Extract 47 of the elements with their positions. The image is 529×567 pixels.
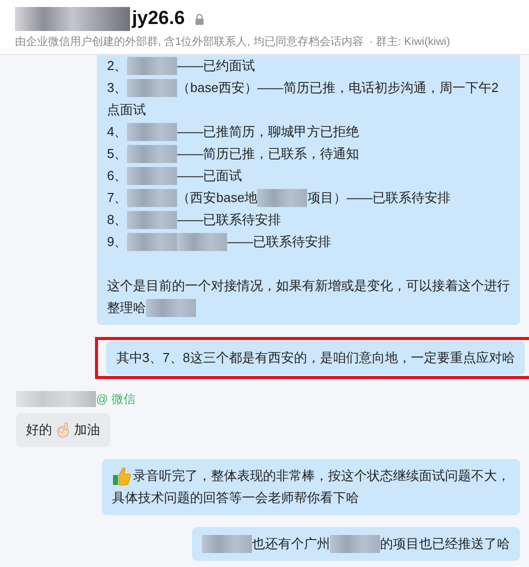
message-text: ——已约面试 <box>177 57 256 75</box>
message-text: 8、 <box>107 211 128 229</box>
group-owner: · 群主: Kiwi(kiwi) <box>369 34 450 50</box>
message-text: 的项目也已经推送了哈 <box>380 535 510 553</box>
message-text: 9、 <box>107 233 128 251</box>
redaction-block <box>127 167 178 185</box>
redaction-block <box>127 211 178 229</box>
message-text: 录音听完了，整体表现的非常棒，按这个状态继续面试问题不大， <box>133 467 510 485</box>
message-text: 好的 <box>26 421 52 439</box>
lock-icon <box>194 14 204 24</box>
message-text: ——已面试 <box>177 167 242 185</box>
ok-hand-icon <box>54 421 72 439</box>
message-text: ——已推简历，聊城甲方已拒绝 <box>177 123 360 141</box>
message-text: 加油 <box>74 421 100 439</box>
message-text: ——简历已推，已联系，待通知 <box>177 145 360 163</box>
redaction-block <box>127 123 178 141</box>
message-text: 具体技术问题的回答等一会老师帮你看下哈 <box>112 489 359 507</box>
redaction-block <box>127 145 178 163</box>
redaction-block <box>330 535 380 553</box>
message-text: 7、 <box>107 189 128 207</box>
message-text: （西安base地 <box>177 189 258 207</box>
message-text: 其中3、7、8这三个都是有西安的，是咱们意向地，一定要重点应对哈 <box>116 349 515 367</box>
redaction-block <box>127 189 178 207</box>
redaction-block <box>202 535 252 553</box>
message-text: ——已联系待安排 <box>177 211 282 229</box>
message-text: 6、 <box>107 167 128 185</box>
message-text: 也还有个广州 <box>252 535 330 553</box>
chat-subtitle: 由企业微信用户创建的外部群, 含1位外部联系人, 均已同意存档会话内容 <box>15 34 364 50</box>
chat-title: jy26.6 <box>132 7 185 31</box>
redaction-block <box>127 79 178 97</box>
sender-source: @ 微信 <box>96 391 136 407</box>
message-text: 点面试 <box>107 101 146 119</box>
message-text: 4、 <box>107 123 128 141</box>
redaction-block <box>257 189 308 207</box>
message-text: 这个是目前的一个对接情况，如果有新增或是变化，可以接着这个进行 <box>107 277 510 295</box>
message-text: ——已联系待安排 <box>227 233 332 251</box>
redaction-block <box>127 57 178 75</box>
redaction-block <box>177 233 228 251</box>
message-text: （base西安）——简历已推，电话初步沟通，周一下午2 <box>177 79 499 97</box>
redaction-block <box>146 299 196 317</box>
message-text: 5、 <box>107 145 128 163</box>
message-text: 2、 <box>107 57 128 75</box>
message-text: 3、 <box>107 79 128 97</box>
redaction-block <box>127 233 178 251</box>
message-text: 整理哈 <box>107 299 146 317</box>
message-text: 项目）——已联系待安排 <box>307 189 450 207</box>
thumbs-up-icon <box>112 466 132 486</box>
